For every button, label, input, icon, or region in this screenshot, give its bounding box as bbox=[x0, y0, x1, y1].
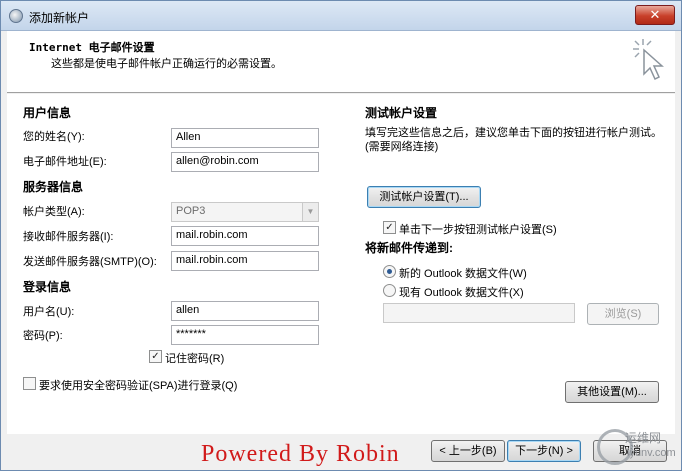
existing-data-file-radio[interactable] bbox=[383, 284, 396, 297]
password-input[interactable]: ******* bbox=[171, 325, 319, 345]
login-info-heading: 登录信息 bbox=[23, 280, 72, 294]
incoming-server-input[interactable]: mail.robin.com bbox=[171, 226, 319, 246]
email-input[interactable]: allen@robin.com bbox=[171, 152, 319, 172]
outgoing-server-input[interactable]: mail.robin.com bbox=[171, 251, 319, 271]
new-data-file-radio[interactable] bbox=[383, 265, 396, 278]
outlook-app-icon bbox=[9, 9, 23, 23]
settings-form: 用户信息 您的姓名(Y): Allen 电子邮件地址(E): allen@rob… bbox=[7, 94, 675, 434]
back-button[interactable]: < 上一步(B) bbox=[431, 440, 505, 462]
deliver-to-heading: 将新邮件传递到: bbox=[365, 241, 453, 255]
password-label: 密码(P): bbox=[23, 330, 63, 342]
email-label: 电子邮件地址(E): bbox=[23, 156, 107, 168]
spa-label: 要求使用安全密码验证(SPA)进行登录(Q) bbox=[39, 380, 238, 392]
outgoing-server-label: 发送邮件服务器(SMTP)(O): bbox=[23, 256, 157, 268]
name-label: 您的姓名(Y): bbox=[23, 131, 85, 143]
account-type-label: 帐户类型(A): bbox=[23, 206, 85, 218]
user-info-heading: 用户信息 bbox=[23, 106, 72, 120]
username-input[interactable]: allen bbox=[171, 301, 319, 321]
test-account-settings-button[interactable]: 测试帐户设置(T)... bbox=[367, 186, 481, 208]
page-title: Internet 电子邮件设置 bbox=[29, 41, 155, 54]
account-type-select: POP3 ▼ bbox=[171, 202, 319, 222]
name-input[interactable]: Allen bbox=[171, 128, 319, 148]
existing-data-file-label: 现有 Outlook 数据文件(X) bbox=[399, 287, 524, 299]
auto-test-label: 单击下一步按钮测试帐户设置(S) bbox=[399, 224, 557, 236]
site-logo-name: 运维网 bbox=[625, 431, 662, 445]
new-data-file-label: 新的 Outlook 数据文件(W) bbox=[399, 268, 527, 280]
test-settings-heading: 测试帐户设置 bbox=[365, 106, 438, 120]
page-subtitle: 这些都是使电子邮件帐户正确运行的必需设置。 bbox=[51, 58, 282, 70]
site-logo: 运维网 iyunv.com bbox=[597, 425, 677, 469]
title-bar[interactable]: 添加新帐户 ✕ bbox=[1, 1, 681, 31]
remember-password-label: 记住密码(R) bbox=[165, 353, 225, 365]
incoming-server-label: 接收邮件服务器(I): bbox=[23, 231, 114, 243]
chevron-down-icon: ▼ bbox=[302, 203, 318, 221]
close-button[interactable]: ✕ bbox=[635, 5, 675, 25]
more-settings-button[interactable]: 其他设置(M)... bbox=[565, 381, 659, 403]
auto-test-checkbox[interactable]: ✓ bbox=[383, 221, 396, 234]
test-settings-description: 填写完这些信息之后，建议您单击下面的按钮进行帐户测试。(需要网络连接) bbox=[365, 127, 662, 153]
server-info-heading: 服务器信息 bbox=[23, 180, 84, 194]
add-account-dialog: 添加新帐户 ✕ Internet 电子邮件设置 这些都是使电子邮件帐户正确运行的… bbox=[0, 0, 682, 471]
header-panel: Internet 电子邮件设置 这些都是使电子邮件帐户正确运行的必需设置。 bbox=[7, 31, 675, 93]
remember-password-checkbox[interactable]: ✓ bbox=[149, 350, 162, 363]
window-title: 添加新帐户 bbox=[29, 11, 90, 25]
cursor-click-icon bbox=[633, 39, 664, 81]
account-type-value: POP3 bbox=[176, 205, 206, 217]
username-label: 用户名(U): bbox=[23, 306, 75, 318]
spa-checkbox[interactable] bbox=[23, 377, 36, 390]
browse-button: 浏览(S) bbox=[587, 303, 659, 325]
existing-data-file-path bbox=[383, 303, 575, 323]
next-button[interactable]: 下一步(N) > bbox=[507, 440, 581, 462]
site-logo-url: iyunv.com bbox=[627, 447, 676, 459]
watermark-text: Powered By Robin bbox=[201, 441, 400, 467]
